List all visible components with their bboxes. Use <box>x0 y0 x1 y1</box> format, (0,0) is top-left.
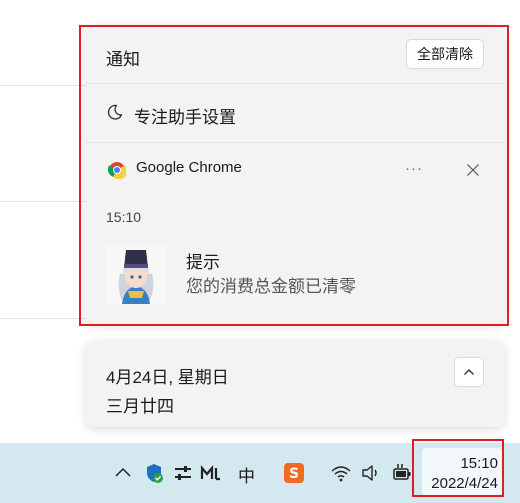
keyboard-icon <box>200 464 220 481</box>
security-tray-button[interactable] <box>143 462 165 484</box>
notification-center: 通知 全部清除 专注助手设置 Google Chrome ··· 15:10 提… <box>86 25 504 324</box>
notification-body: 您的消费总金额已清零 <box>186 277 356 296</box>
clear-all-button[interactable]: 全部清除 <box>406 39 484 69</box>
show-hidden-icons-button[interactable] <box>112 462 134 484</box>
divider <box>86 142 504 143</box>
sogou-icon: S <box>284 463 304 483</box>
wifi-icon <box>331 466 351 482</box>
chevron-up-icon <box>115 467 131 477</box>
moon-icon <box>107 104 123 120</box>
calendar-expand-button[interactable] <box>454 357 484 387</box>
more-options-button[interactable]: ··· <box>402 155 426 183</box>
chrome-icon <box>108 162 126 179</box>
notification-avatar <box>106 244 166 304</box>
notification-app-name: Google Chrome <box>136 159 242 176</box>
background-divider <box>0 85 86 86</box>
input-tray-button[interactable] <box>200 462 222 484</box>
clock-date: 2022/4/24 <box>431 475 498 492</box>
network-button[interactable] <box>330 462 352 484</box>
notification-center-title: 通知 <box>106 50 140 69</box>
ime-mode-indicator[interactable]: 中 <box>238 462 255 487</box>
svg-text:S: S <box>289 466 299 482</box>
notification-app-header: Google Chrome ··· <box>86 155 504 185</box>
speaker-icon <box>362 465 377 481</box>
calendar-date: 4月24日, 星期日 <box>106 368 229 387</box>
battery-button[interactable] <box>391 462 413 484</box>
battery-icon <box>393 464 411 480</box>
notification-title: 提示 <box>186 253 220 272</box>
settings-tray-button[interactable] <box>172 462 194 484</box>
focus-assist-label: 专注助手设置 <box>134 108 236 127</box>
clock-time: 15:10 <box>460 455 498 472</box>
sliders-icon <box>175 466 191 480</box>
notification-center-header: 通知 全部清除 <box>86 25 504 83</box>
focus-assist-settings-link[interactable]: 专注助手设置 <box>86 84 504 142</box>
taskbar-clock[interactable]: 15:10 2022/4/24 <box>422 448 502 496</box>
shield-icon <box>147 464 163 483</box>
calendar-lunar-date: 三月廿四 <box>106 397 174 416</box>
chevron-up-icon <box>464 369 474 375</box>
background-divider <box>0 318 86 319</box>
avatar-character-image <box>106 244 166 304</box>
volume-button[interactable] <box>360 462 382 484</box>
sogou-ime-button[interactable]: S <box>283 462 305 484</box>
close-icon[interactable] <box>464 161 482 179</box>
background-divider <box>0 201 86 202</box>
notification-time: 15:10 <box>106 209 142 225</box>
calendar-flyout: 4月24日, 星期日 三月廿四 <box>86 341 504 427</box>
